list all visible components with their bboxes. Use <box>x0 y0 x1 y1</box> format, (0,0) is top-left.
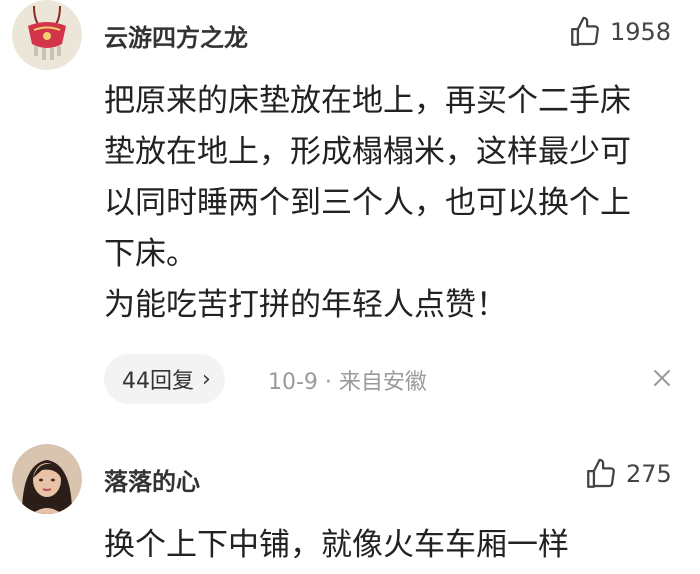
avatar[interactable] <box>12 444 82 514</box>
thumbs-up-icon <box>587 458 615 488</box>
comment-text-line: 换个上下中铺，就像火车车厢一样 <box>104 527 569 563</box>
comment-body: 换个上下中铺，就像火车车厢一样 <box>104 520 684 571</box>
username[interactable]: 落落的心 <box>104 462 200 497</box>
like-button[interactable]: 275 <box>584 456 672 492</box>
comment-item: 落落的心 275 换个上下中铺，就像火车车厢一样 <box>0 0 700 574</box>
like-count: 275 <box>626 460 672 488</box>
